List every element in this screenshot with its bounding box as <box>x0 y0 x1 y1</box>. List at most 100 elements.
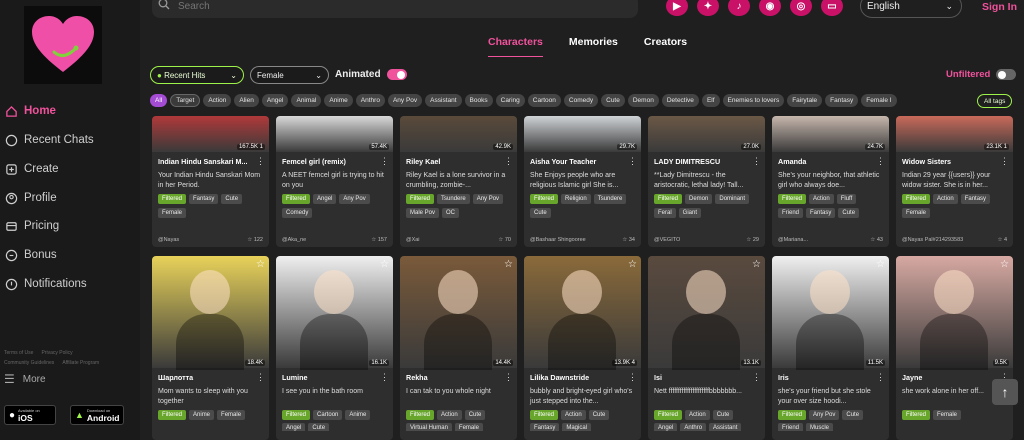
author-link[interactable]: @Mariana... <box>778 237 808 243</box>
character-name[interactable]: Isi <box>648 368 752 382</box>
card-tag[interactable]: Filtered <box>778 194 807 204</box>
card-tag[interactable]: Filtered <box>158 410 187 420</box>
card-tag[interactable]: Action <box>933 194 958 204</box>
tiktok-icon[interactable]: ♪ <box>728 0 750 16</box>
card-tag[interactable]: Angel <box>654 423 678 431</box>
character-image[interactable]: ☆ 14.4K <box>400 256 517 370</box>
desktop-icon[interactable]: ▭ <box>821 0 843 16</box>
card-tag[interactable]: Tsundere <box>437 194 470 204</box>
card-tag[interactable]: Cute <box>838 208 860 218</box>
more-options-icon[interactable]: ⋮ <box>752 372 761 383</box>
character-name[interactable]: Jayne <box>896 368 1000 382</box>
author-link[interactable]: @Nayas <box>158 237 179 243</box>
card-tag[interactable]: Female <box>217 410 246 420</box>
favorite-star-icon[interactable]: ☆ <box>380 259 389 270</box>
card-tag[interactable]: Fantasy <box>189 194 219 204</box>
card-tag[interactable]: Filtered <box>778 410 807 420</box>
character-name[interactable]: Indian Hindu Sanskari M... <box>152 152 256 166</box>
character-name[interactable]: Шарлотта <box>152 368 256 382</box>
discord-icon[interactable]: ◎ <box>790 0 812 16</box>
card-tag[interactable]: Angel <box>282 423 306 431</box>
favorite-star-icon[interactable]: ☆ <box>256 259 265 270</box>
card-tag[interactable]: Anime <box>189 410 215 420</box>
favorite-star-icon[interactable]: ☆ <box>1000 259 1009 270</box>
card-tag[interactable]: Friend <box>778 423 804 431</box>
card-tag[interactable]: Filtered <box>406 194 435 204</box>
card-tag[interactable]: Cute <box>530 208 551 218</box>
tag-anime[interactable]: Anime <box>324 94 353 107</box>
character-name[interactable]: LADY DIMITRESCU <box>648 152 752 166</box>
character-card[interactable]: ☆ 13.9K 4 Lilika Dawnstride ⋮ bubbly and bri… <box>524 256 641 440</box>
more-options-icon[interactable]: ⋮ <box>876 372 885 383</box>
sidebar-item-bonus[interactable]: Bonus <box>0 244 140 266</box>
more-options-icon[interactable]: ⋮ <box>256 156 265 167</box>
character-card[interactable]: 29.7K Aisha Your Teacher ⋮ She Enjoys peopl… <box>524 116 641 247</box>
tag-angel[interactable]: Angel <box>261 94 289 107</box>
sidebar-item-pricing[interactable]: Pricing <box>0 215 140 237</box>
character-name[interactable]: Lilika Dawnstride <box>524 368 628 382</box>
terms-link[interactable]: Terms of Use <box>4 350 33 356</box>
character-image[interactable]: ☆ 11.5K <box>772 256 889 370</box>
card-tag[interactable]: Magical <box>562 423 592 431</box>
tag-cute[interactable]: Cute <box>601 94 625 107</box>
character-card[interactable]: 57.4K Femcel girl (remix) ⋮ A NEET femcel g… <box>276 116 393 247</box>
character-name[interactable]: Amanda <box>772 152 876 166</box>
card-tag[interactable]: Assistant <box>709 423 742 431</box>
character-card[interactable]: ☆ 14.4K Rekha ⋮ I can tak to you whole night… <box>400 256 517 440</box>
tag-action[interactable]: Action <box>203 94 232 107</box>
unfiltered-toggle[interactable] <box>996 69 1017 80</box>
card-tag[interactable]: Filtered <box>158 194 187 204</box>
character-image[interactable]: 27.0K <box>648 116 765 152</box>
favorite-star-icon[interactable]: ☆ <box>752 259 761 270</box>
tag-alien[interactable]: Alien <box>234 94 259 107</box>
tag-target[interactable]: Target <box>170 94 201 107</box>
twitter-icon[interactable]: ✦ <box>697 0 719 16</box>
tag-any-pov[interactable]: Any Pov <box>387 94 423 107</box>
card-tag[interactable]: Filtered <box>282 410 311 420</box>
card-tag[interactable]: Friend <box>778 208 804 218</box>
tab-memories[interactable]: Memories <box>569 36 618 57</box>
card-tag[interactable]: Filtered <box>530 194 559 204</box>
character-image[interactable]: 29.7K <box>524 116 641 152</box>
more-options-icon[interactable]: ⋮ <box>380 156 389 167</box>
more-options-icon[interactable]: ⋮ <box>876 156 885 167</box>
card-tag[interactable]: Filtered <box>654 410 683 420</box>
language-select[interactable]: English ⌄ <box>860 0 962 18</box>
card-tag[interactable]: Female <box>158 208 187 218</box>
character-image[interactable]: 57.4K <box>276 116 393 152</box>
character-name[interactable]: Aisha Your Teacher <box>524 152 628 166</box>
character-card[interactable]: ☆ 9.5K Jayne ⋮ she work alone in her off... F… <box>896 256 1013 440</box>
card-tag[interactable]: Religion <box>561 194 591 204</box>
sidebar-item-recent-chats[interactable]: Recent Chats <box>0 129 140 151</box>
card-tag[interactable]: Female <box>454 423 483 431</box>
character-image[interactable]: ☆ 18.4K <box>152 256 269 370</box>
app-logo[interactable] <box>24 6 102 84</box>
tag-cartoon[interactable]: Cartoon <box>527 94 561 107</box>
more-options-icon[interactable]: ⋮ <box>1000 156 1009 167</box>
card-tag[interactable]: Cute <box>464 410 486 420</box>
search-input[interactable] <box>178 0 578 12</box>
card-tag[interactable]: Female <box>933 410 962 420</box>
card-tag[interactable]: Filtered <box>282 194 311 204</box>
card-tag[interactable]: Action <box>561 410 586 420</box>
card-tag[interactable]: Filtered <box>530 410 559 420</box>
character-name[interactable]: Widow Sisters <box>896 152 1000 166</box>
tag-all[interactable]: All <box>150 94 168 107</box>
card-tag[interactable]: Action <box>809 194 834 204</box>
card-tag[interactable]: Anthro <box>680 423 707 431</box>
ios-store-button[interactable]: ● Available on iOS <box>4 405 56 425</box>
card-tag[interactable]: Action <box>437 410 462 420</box>
card-tag[interactable]: Demon <box>685 194 713 204</box>
card-tag[interactable]: Action <box>685 410 710 420</box>
card-tag[interactable]: Cute <box>308 423 330 431</box>
character-image[interactable]: 24.7K <box>772 116 889 152</box>
card-tag[interactable]: Fantasy <box>530 423 560 431</box>
character-card[interactable]: ☆ 13.1K Isi ⋮ Nett ffffffffffffffffffffffbbb… <box>648 256 765 440</box>
more-button[interactable]: ☰ More <box>4 372 46 386</box>
card-tag[interactable]: Female <box>902 208 931 218</box>
character-name[interactable]: Riley Kael <box>400 152 504 166</box>
character-card[interactable]: 27.0K LADY DIMITRESCU ⋮ **Lady Dimitrescu -… <box>648 116 765 247</box>
card-tag[interactable]: Cute <box>842 410 864 420</box>
youtube-icon[interactable]: ▶ <box>666 0 688 16</box>
character-image[interactable]: 23.1K 1 <box>896 116 1013 152</box>
